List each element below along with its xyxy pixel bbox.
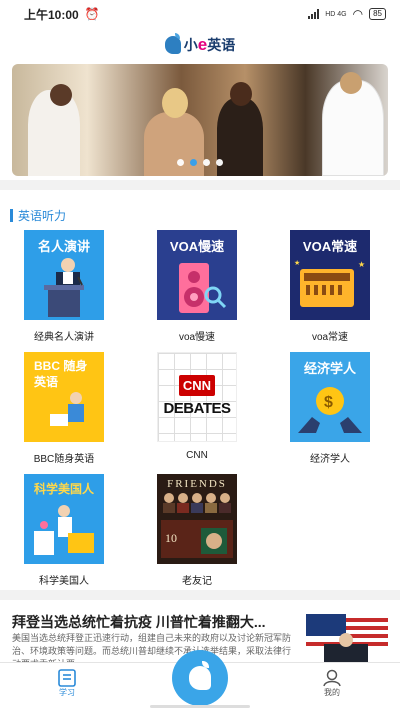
app-header: 小e英语 (0, 28, 400, 62)
cover-voa-slow: VOA慢速 (157, 230, 237, 320)
cover-bbc: BBC 随身英语 (24, 352, 104, 442)
cover-cnn-title: DEBATES (163, 400, 231, 417)
home-indicator (150, 705, 250, 708)
user-icon (323, 669, 341, 687)
cover-economist: 经济学人 $ (290, 352, 370, 442)
status-indicators: HD 4G ◠ 85 (308, 7, 386, 21)
cover-celebrity-speeches: 名人演讲 (24, 230, 104, 320)
grid-item-label: CNN (186, 450, 208, 461)
grid-item-bbc[interactable]: BBC 随身英语 BBC随身英语 (24, 352, 104, 465)
grid-item-friends[interactable]: FRIENDS 10 老友记 (157, 474, 237, 587)
cover-friends-title: FRIENDS (167, 478, 227, 490)
banner-dot[interactable] (203, 159, 210, 166)
banner-dot[interactable] (190, 159, 197, 166)
grid-item-label: 经济学人 (310, 454, 350, 465)
svg-text:★: ★ (294, 259, 300, 267)
banner-section (0, 62, 400, 180)
grid-item-label: 老友记 (182, 576, 212, 587)
svg-text:10: 10 (165, 531, 177, 545)
status-bar: 上午10:00 ⏰ HD 4G ◠ 85 (0, 0, 400, 28)
grid-item-label: 科学美国人 (39, 576, 89, 587)
grid-item-celebrity-speeches[interactable]: 名人演讲 经典名人演讲 (24, 230, 104, 343)
grid-item-scientific-american[interactable]: 科学美国人 科学美国人 (24, 474, 104, 587)
svg-text:★: ★ (358, 260, 365, 269)
banner-dot[interactable] (216, 159, 223, 166)
banner-carousel[interactable] (12, 64, 388, 176)
app-logo-icon (189, 661, 211, 690)
cnn-logo: CNN (178, 375, 216, 396)
app-logo-text: 小e英语 (183, 35, 236, 54)
center-action-button[interactable] (172, 650, 228, 706)
grid-item-voa-slow[interactable]: VOA慢速 voa慢速 (157, 230, 237, 343)
section-title: 英语听力 (18, 209, 67, 223)
grid-item-voa-normal[interactable]: VOA常速 ★ ★ voa常速 (290, 230, 370, 343)
tab-me-label: 我的 (324, 688, 340, 697)
logo-icon (164, 33, 181, 54)
coin-hands-icon: $ (298, 387, 362, 433)
grid-item-economist[interactable]: 经济学人 $ 经济学人 (290, 352, 370, 465)
tab-learn-label: 学习 (59, 688, 75, 697)
banner-dot[interactable] (177, 159, 184, 166)
book-icon (58, 669, 76, 687)
grid-item-cnn[interactable]: CNN DEBATES CNN (157, 352, 237, 461)
scientist-icon (34, 505, 94, 555)
network-label: HD 4G (325, 10, 347, 18)
svg-text:$: $ (324, 394, 333, 411)
tab-me[interactable]: 我的 (302, 669, 362, 698)
alarm-icon: ⏰ (84, 7, 100, 21)
status-time: 上午10:00 (24, 7, 79, 22)
cover-cnn: CNN DEBATES (157, 352, 237, 442)
tab-learn[interactable]: 学习 (37, 669, 97, 698)
cover-voa-normal: VOA常速 ★ ★ (290, 230, 370, 320)
app-screen: 上午10:00 ⏰ HD 4G ◠ 85 小e英语 英语听力 名人演讲 经典名人… (0, 0, 400, 711)
grid-item-label: BBC随身英语 (33, 454, 95, 465)
grid-item-label: voa常速 (311, 332, 349, 343)
cover-friends: FRIENDS 10 (157, 474, 237, 564)
news-title: 拜登当选总统忙着抗疫 川普忙着推翻大... (12, 614, 266, 630)
cast-photo: 10 (161, 493, 233, 558)
speaker-podium-icon (44, 258, 84, 317)
cover-scientific-american: 科学美国人 (24, 474, 104, 564)
speaker-icon (179, 263, 227, 313)
news-thumbnail (306, 614, 388, 664)
wifi-icon: ◠ (352, 7, 364, 21)
listening-section: 英语听力 名人演讲 经典名人演讲 VOA慢速 voa慢速 VOA常速 ★ ★ v… (0, 190, 400, 590)
person-icon (50, 392, 84, 426)
grid-item-label: 经典名人演讲 (34, 332, 94, 343)
grid-item-label: voa慢速 (178, 332, 216, 343)
banner-pagination (12, 159, 388, 166)
radio-icon: ★ ★ (294, 259, 365, 307)
section-header: 英语听力 (10, 207, 66, 224)
battery-icon: 85 (369, 8, 386, 20)
signal-icon (308, 9, 320, 19)
section-accent-bar (10, 209, 13, 222)
